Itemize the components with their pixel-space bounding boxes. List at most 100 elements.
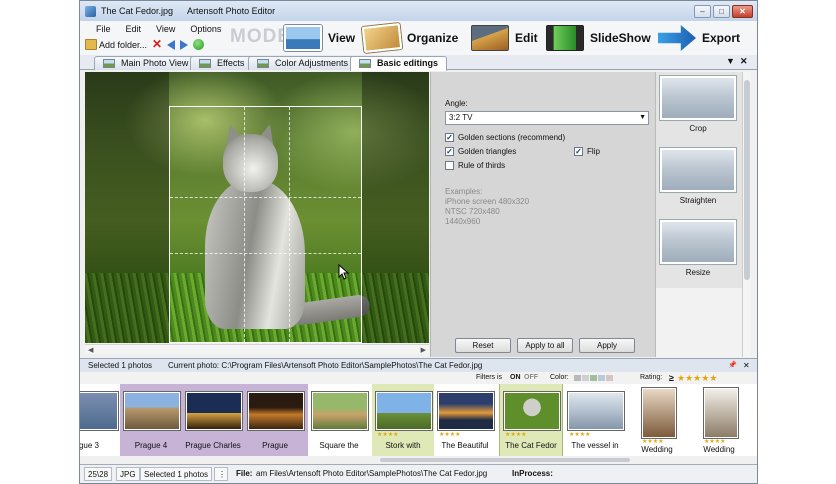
close-window-button[interactable]: ✕	[732, 5, 753, 18]
rating-stars-filter[interactable]: ★★★★★	[677, 373, 717, 384]
view-mode-icon	[284, 25, 322, 51]
mode-slideshow-label: SlideShow	[590, 31, 651, 45]
add-folder-button[interactable]: Add folder...	[99, 40, 147, 50]
maximize-button[interactable]: □	[713, 5, 730, 18]
color-icon	[257, 59, 269, 68]
folder-icon[interactable]	[85, 39, 97, 50]
refresh-icon[interactable]	[193, 39, 205, 50]
reset-button[interactable]: Reset	[455, 338, 511, 353]
mode-organize-label: Organize	[407, 31, 459, 45]
crop-dim-right	[362, 72, 429, 343]
checkbox-box: ✓	[574, 147, 583, 156]
thumbnail-selected[interactable]: ★★★★ The Cat Fedor	[499, 384, 563, 456]
flip-label: Flip	[587, 147, 600, 156]
thumbnail[interactable]: Square the	[308, 384, 370, 456]
color-filter-swatches[interactable]	[574, 375, 613, 381]
filmstrip: gue 3 Prague 4 Prague Charles Prague Squ…	[80, 384, 757, 456]
thumbnail[interactable]: ★★★★ Stork with	[372, 384, 434, 456]
tab-label: Main Photo View	[121, 58, 189, 68]
filter-bar: Filters is ON OFF Color: Rating: ≥ ★★★★★	[80, 372, 757, 384]
photo-icon	[103, 59, 115, 68]
rule-of-thirds-label: Rule of thirds	[458, 161, 506, 170]
title-bar: The Cat Fedor.jpg Artensoft Photo Editor…	[80, 1, 757, 21]
basic-editing-settings: Angle: 3:2 TV ▼ ✓ Golden sections (recom…	[430, 72, 655, 357]
mode-slideshow-button[interactable]: SlideShow	[546, 24, 651, 52]
window-file-title: The Cat Fedor.jpg	[101, 6, 174, 16]
crop-frame[interactable]	[169, 106, 362, 343]
straighten-action-label: Straighten	[679, 196, 717, 205]
mode-view-label: View	[328, 31, 356, 45]
tab-main-photo-view[interactable]: Main Photo View	[94, 56, 198, 70]
photo-counter: 25\28	[84, 467, 113, 481]
rule-of-thirds-checkbox[interactable]: Rule of thirds	[445, 161, 505, 170]
golden-sections-label: Golden sections (recommend)	[458, 133, 566, 142]
forward-arrow-icon[interactable]	[180, 39, 189, 50]
status-file-path: am Files\Artensoft Photo Editor\SamplePh…	[256, 469, 488, 478]
current-photo-path: Current photo: C:\Program Files\Artensof…	[168, 361, 483, 370]
file-format: JPG	[116, 467, 140, 481]
edit-mode-icon	[471, 25, 509, 51]
tab-close-icon[interactable]: ✕	[740, 56, 748, 67]
mode-organize-button[interactable]: Organize	[361, 23, 459, 53]
apply-to-all-button[interactable]: Apply to all	[517, 338, 573, 353]
window-app-title: Artensoft Photo Editor	[187, 6, 276, 16]
effects-icon	[199, 59, 211, 68]
minimize-button[interactable]: –	[694, 5, 711, 18]
resize-action[interactable]: Resize	[656, 216, 742, 288]
thumbnail[interactable]: Prague Charles	[182, 384, 244, 456]
checkbox-box: ✓	[445, 133, 454, 142]
tab-label: Effects	[217, 58, 245, 68]
mode-edit-button[interactable]: Edit	[471, 24, 538, 52]
editing-actions-panel: Crop Straighten Resize	[655, 72, 751, 357]
actions-vertical-scrollbar[interactable]	[742, 72, 751, 357]
golden-triangles-checkbox[interactable]: ✓ Golden triangles	[445, 147, 516, 156]
remove-icon[interactable]: ✕	[152, 38, 162, 50]
golden-triangles-label: Golden triangles	[458, 147, 517, 156]
mode-export-button[interactable]: Export	[658, 24, 740, 52]
tab-color-adjustments[interactable]: Color Adjustments	[248, 56, 358, 70]
angle-label: Angle:	[445, 99, 468, 108]
thumbnail[interactable]: Prague	[244, 384, 306, 456]
photo-horizontal-scrollbar[interactable]: ◀ ▶	[85, 344, 429, 354]
mode-view-button[interactable]: View	[284, 24, 355, 52]
thumbnail[interactable]: ★★★★ Wedding	[626, 384, 688, 456]
thumbnail[interactable]: gue 3	[80, 384, 120, 456]
crop-action[interactable]: Crop	[656, 72, 742, 144]
pin-icon[interactable]: 📌	[728, 359, 737, 372]
status-selected-count: Selected 1 photos	[140, 467, 213, 481]
flip-checkbox[interactable]: ✓ Flip	[574, 147, 600, 156]
checkbox-box: ✓	[445, 147, 454, 156]
crop-preview-image	[660, 76, 736, 120]
menu-file[interactable]: File	[96, 24, 111, 34]
golden-sections-checkbox[interactable]: ✓ Golden sections (recommend)	[445, 133, 565, 142]
mode-export-label: Export	[702, 31, 741, 45]
close-panel-icon[interactable]: ✕	[743, 359, 750, 372]
tab-basic-editings[interactable]: Basic editings	[350, 56, 448, 71]
menu-ribbon: File Edit View Options Add folder... ✕ M…	[80, 21, 757, 55]
app-window: The Cat Fedor.jpg Artensoft Photo Editor…	[79, 0, 758, 484]
selected-count: Selected 1 photos	[88, 361, 153, 370]
mode-edit-label: Edit	[515, 31, 538, 45]
thumbnail[interactable]: ★★★★ The vessel in	[564, 384, 626, 456]
filters-on-toggle[interactable]: ON	[510, 374, 521, 381]
checkbox-box	[445, 161, 454, 170]
crop-dim-left	[85, 72, 169, 343]
filters-off-toggle[interactable]: OFF	[524, 374, 538, 381]
inprocess-label: InProcess:	[512, 469, 553, 478]
apply-button[interactable]: Apply	[579, 338, 635, 353]
menu-options[interactable]: Options	[190, 24, 221, 34]
photo-canvas[interactable]	[85, 72, 429, 343]
filmstrip-scrollbar[interactable]	[80, 456, 757, 464]
thumbnail[interactable]: Prague 4	[120, 384, 182, 456]
tab-dropdown-icon[interactable]: ▼	[726, 56, 735, 66]
rating-operator[interactable]: ≥	[669, 373, 674, 383]
thumbnail[interactable]: ★★★★ Wedding	[688, 384, 750, 456]
menu-view[interactable]: View	[156, 24, 175, 34]
menu-edit[interactable]: Edit	[126, 24, 142, 34]
angle-select[interactable]: 3:2 TV ▼	[445, 111, 649, 125]
straighten-action[interactable]: Straighten	[656, 144, 742, 216]
slideshow-mode-icon	[546, 25, 584, 51]
tab-effects[interactable]: Effects	[190, 56, 254, 70]
thumbnail[interactable]: ★★★★ The Beautiful	[434, 384, 496, 456]
back-arrow-icon[interactable]	[167, 39, 176, 50]
